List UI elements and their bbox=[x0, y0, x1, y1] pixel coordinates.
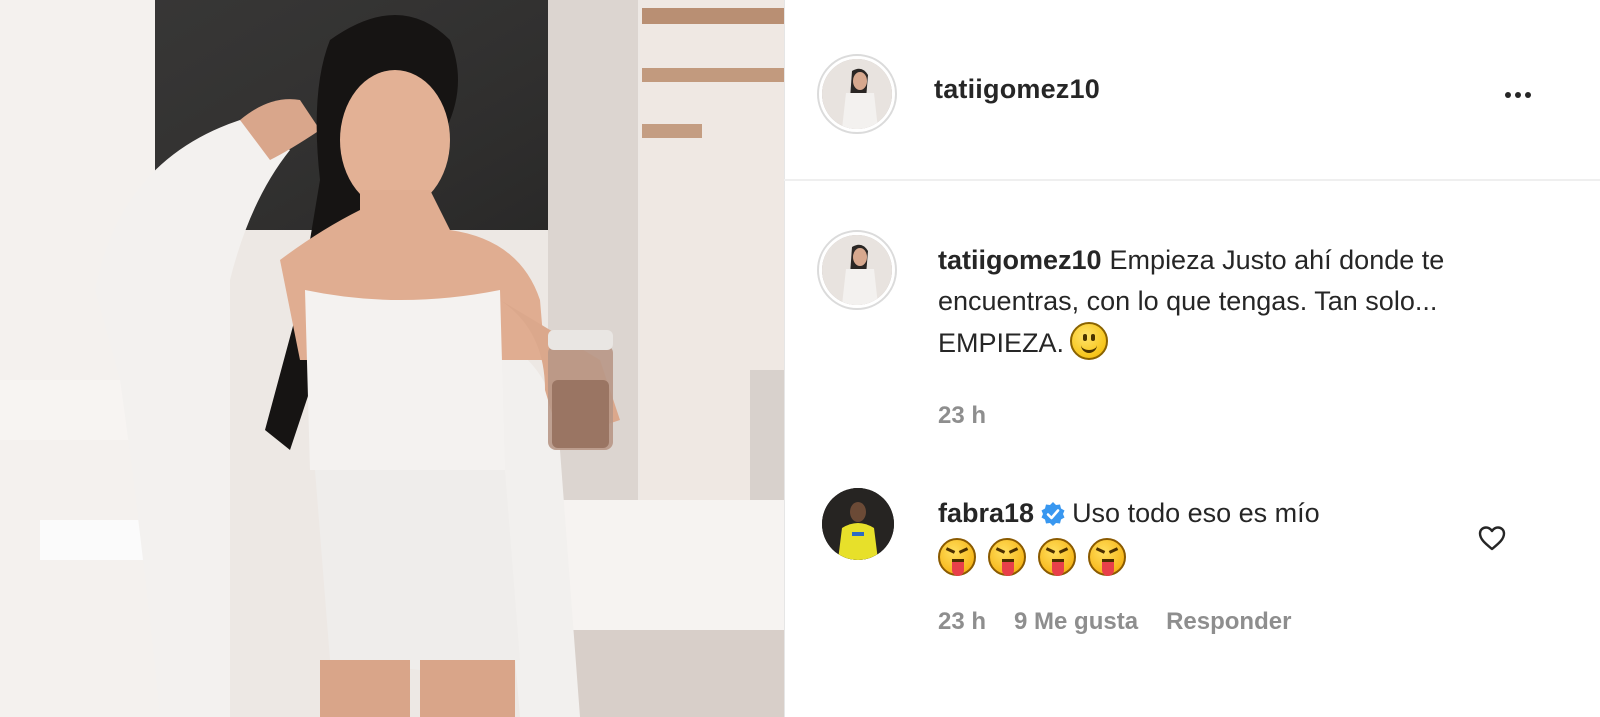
comment-meta: 23 h 9 Me gusta Responder bbox=[938, 608, 1291, 636]
avatar-photo bbox=[822, 488, 894, 560]
heart-outline-icon[interactable] bbox=[1476, 522, 1508, 554]
comment-username[interactable]: fabra18 bbox=[938, 498, 1034, 528]
verified-badge-icon bbox=[1041, 502, 1065, 526]
caption-username[interactable]: tatiigomez10 bbox=[938, 245, 1102, 275]
smiling-face-emoji-icon bbox=[1070, 322, 1109, 360]
comment-likes-link[interactable]: 9 Me gusta bbox=[1014, 608, 1138, 636]
more-horizontal-icon-dot bbox=[1515, 92, 1521, 98]
caption-avatar[interactable] bbox=[822, 235, 892, 305]
squinting-face-with-tongue-emoji-icon bbox=[938, 538, 976, 576]
post-caption: tatiigomez10 Empieza Justo ahí donde te e… bbox=[938, 240, 1528, 364]
more-options-button[interactable] bbox=[1496, 78, 1540, 112]
caption-timestamp[interactable]: 23 h bbox=[938, 402, 986, 430]
comment-avatar[interactable] bbox=[822, 488, 894, 560]
more-horizontal-icon-dot bbox=[1525, 92, 1531, 98]
header-divider bbox=[784, 179, 1600, 181]
comment-timestamp[interactable]: 23 h bbox=[938, 608, 986, 636]
avatar-photo bbox=[822, 59, 892, 129]
squinting-face-with-tongue-emoji-icon bbox=[1038, 538, 1076, 576]
avatar-photo bbox=[822, 235, 892, 305]
squinting-face-with-tongue-emoji-icon bbox=[988, 538, 1026, 576]
comment-body: fabra18 Uso todo eso es mío bbox=[938, 493, 1458, 576]
comment-text: Uso todo eso es mío bbox=[1072, 498, 1320, 528]
squinting-face-with-tongue-emoji-icon bbox=[1088, 538, 1126, 576]
comment-emojis bbox=[938, 538, 1458, 576]
reply-button[interactable]: Responder bbox=[1166, 608, 1291, 636]
header-avatar[interactable] bbox=[822, 59, 892, 129]
post-photo-illustration bbox=[0, 0, 784, 717]
panel-divider bbox=[784, 0, 785, 717]
header-username[interactable]: tatiigomez10 bbox=[934, 74, 1100, 105]
more-horizontal-icon bbox=[1505, 92, 1511, 98]
post-photo[interactable] bbox=[0, 0, 784, 717]
